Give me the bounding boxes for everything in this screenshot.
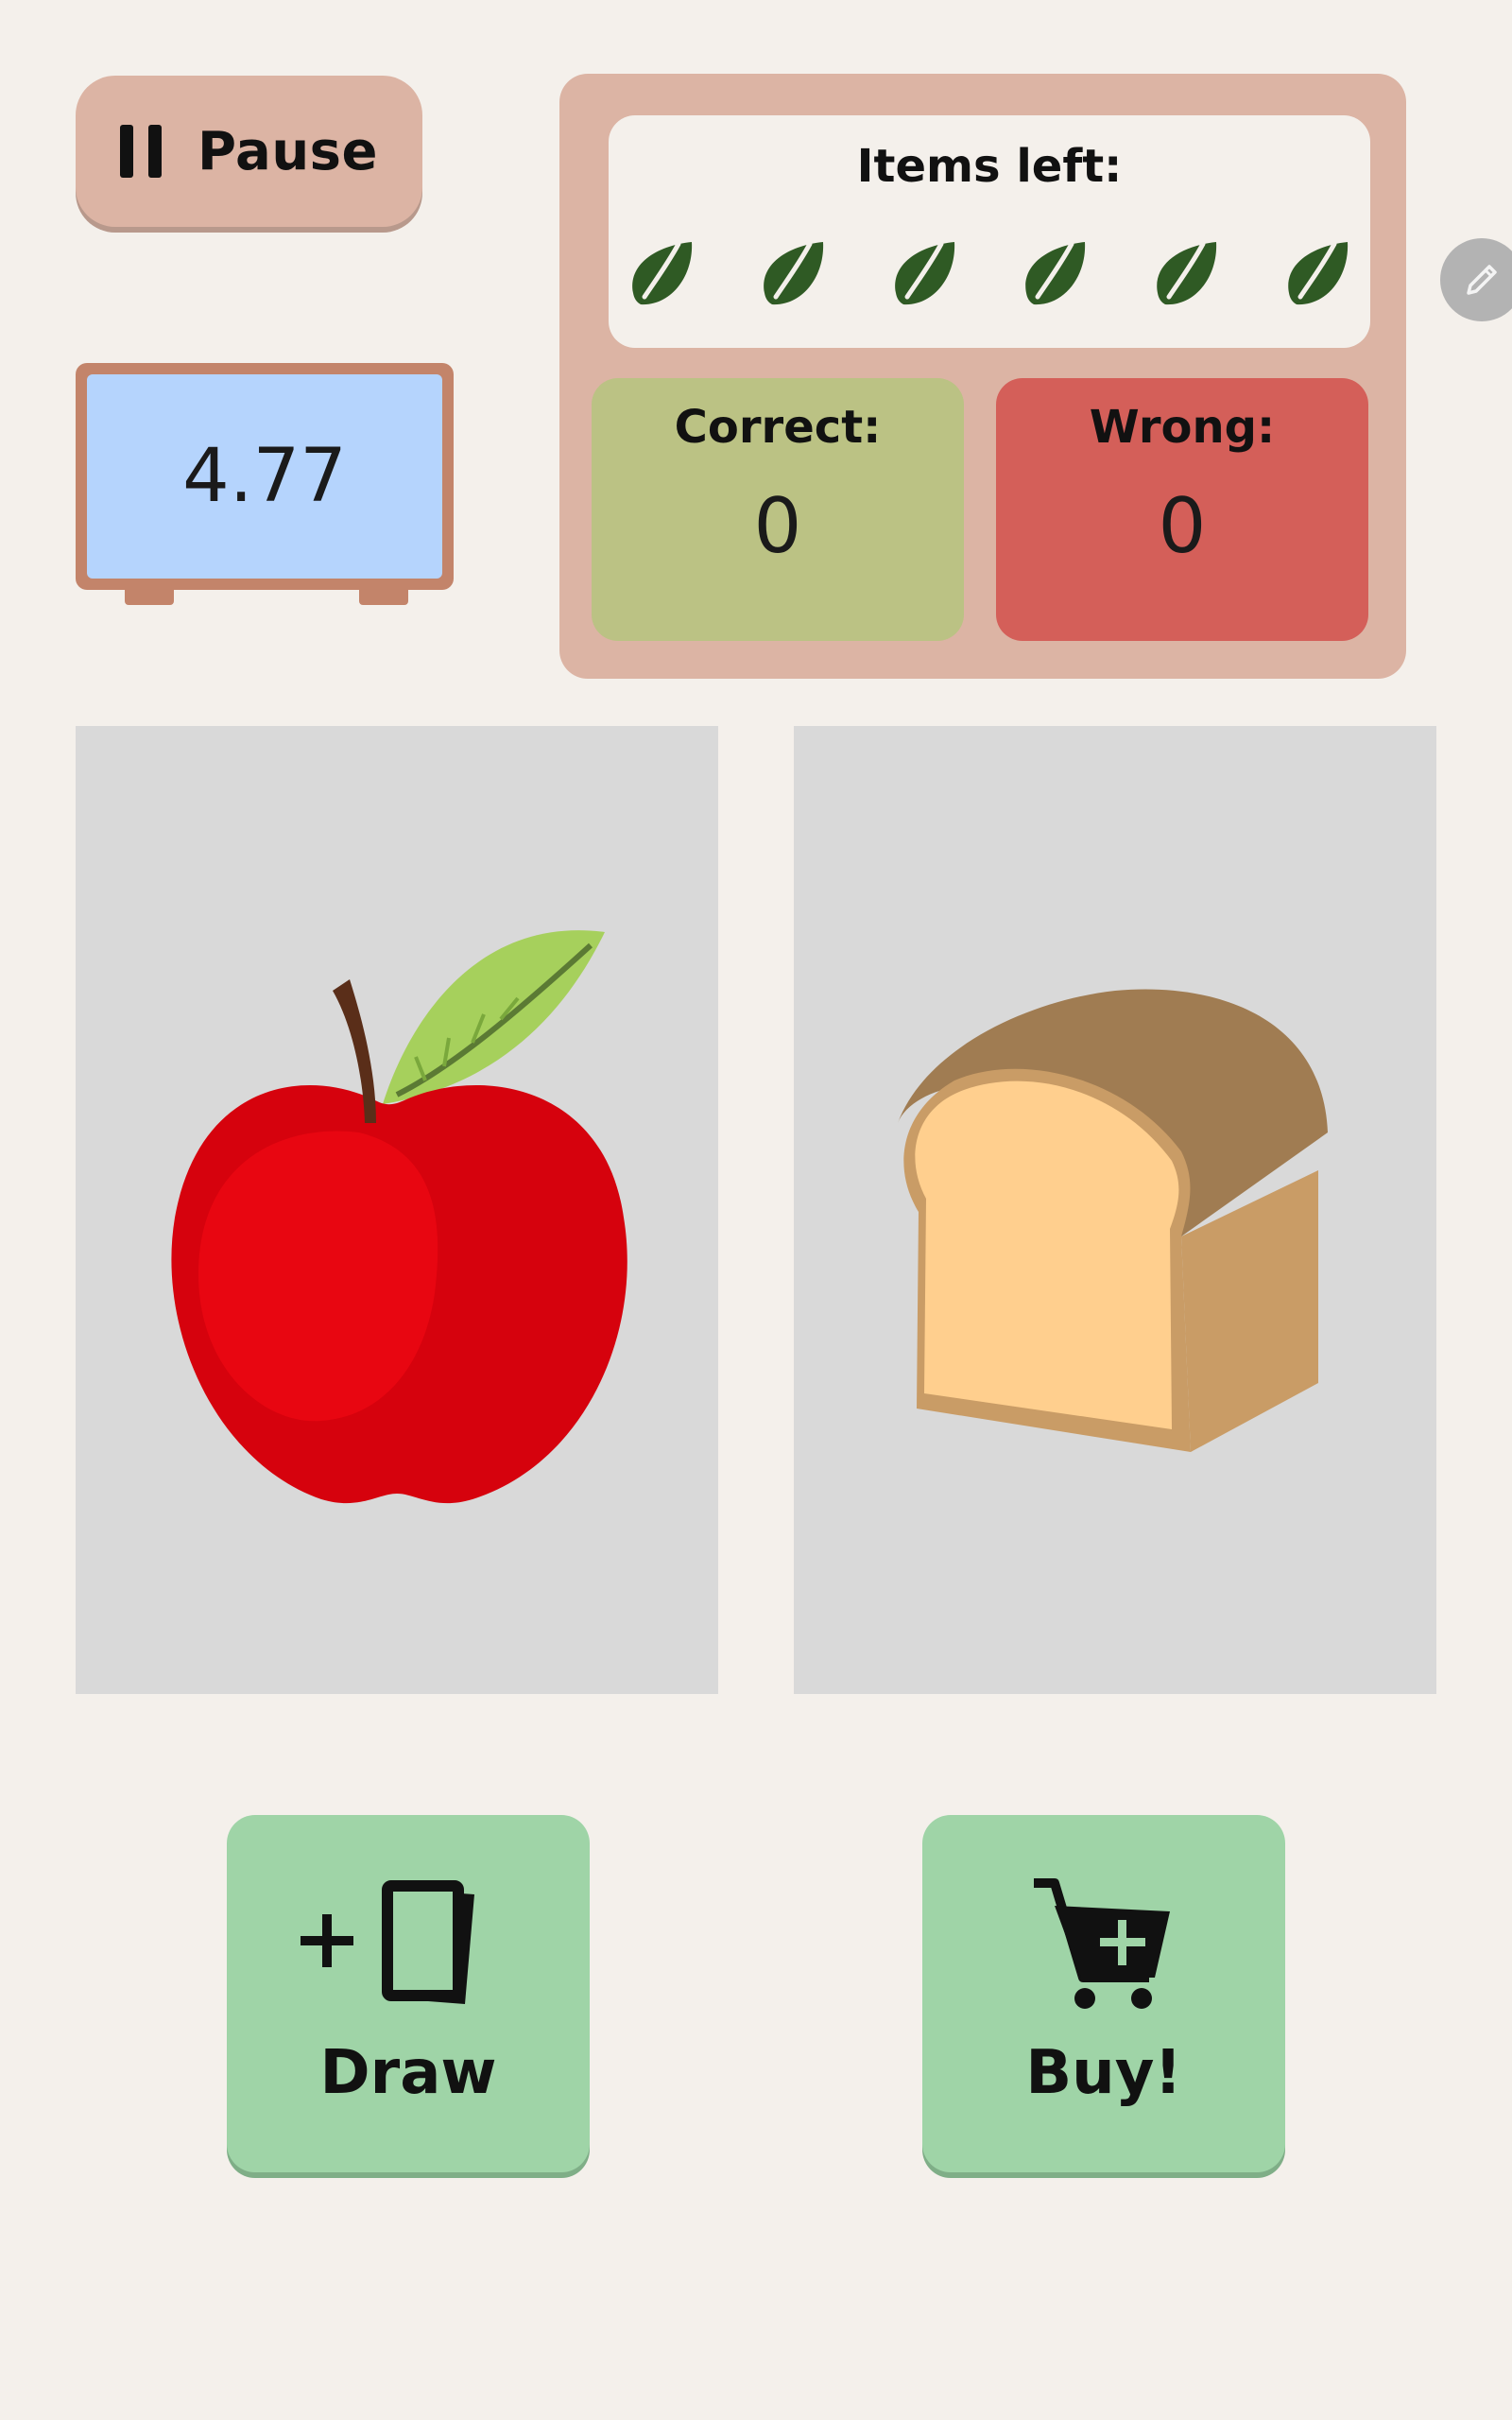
- buy-label: Buy!: [1025, 2038, 1182, 2108]
- leaf-icon: [759, 227, 827, 321]
- edit-button[interactable]: [1440, 238, 1512, 321]
- score-panel: Items left: Correct: 0 Wrong: 0: [559, 74, 1406, 679]
- wrong-value: 0: [1158, 482, 1207, 570]
- pencil-icon: [1467, 265, 1497, 295]
- apple-icon: [171, 930, 627, 1504]
- leaf-icon: [1152, 227, 1220, 321]
- pause-label: Pause: [197, 120, 378, 182]
- game-screen: Pause 4.77 Items left: Correct: 0 Wrong:…: [0, 0, 1512, 2420]
- item-card-bread[interactable]: [794, 726, 1436, 1694]
- items-left-box: Items left:: [609, 115, 1370, 348]
- scale-foot-right: [359, 584, 408, 605]
- leaf-icon: [1283, 227, 1351, 321]
- correct-value: 0: [753, 482, 802, 570]
- buy-button[interactable]: Buy!: [922, 1815, 1285, 2172]
- scale-display: 4.77: [76, 363, 454, 590]
- item-card-apple[interactable]: [76, 726, 718, 1694]
- bread-icon: [898, 989, 1328, 1452]
- draw-button[interactable]: Draw: [227, 1815, 590, 2172]
- wrong-label: Wrong:: [1089, 401, 1276, 454]
- items-left-label: Items left:: [856, 140, 1123, 193]
- scale-value: 4.77: [182, 434, 347, 519]
- leaf-icon: [627, 227, 696, 321]
- scale-foot-left: [125, 584, 174, 605]
- cart-add-icon: [1034, 1878, 1170, 2009]
- scale-screen: 4.77: [87, 374, 442, 579]
- wrong-counter: Wrong: 0: [996, 378, 1368, 641]
- correct-counter: Correct: 0: [592, 378, 964, 641]
- items-left-leaves: [620, 227, 1359, 321]
- leaf-icon: [890, 227, 958, 321]
- draw-card-icon: [301, 1880, 474, 2004]
- leaf-icon: [1021, 227, 1089, 321]
- draw-label: Draw: [319, 2038, 497, 2108]
- correct-label: Correct:: [674, 401, 882, 454]
- pause-icon: [119, 125, 162, 178]
- pause-button[interactable]: Pause: [76, 76, 422, 227]
